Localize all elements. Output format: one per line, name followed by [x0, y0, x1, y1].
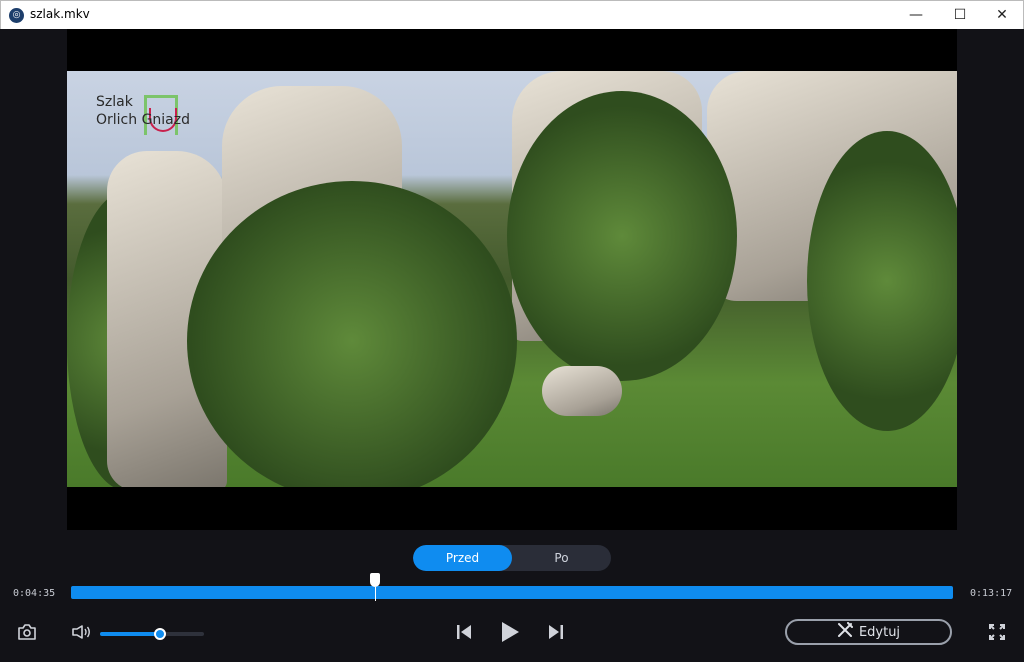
video-logo: Szlak Orlich Gniazd	[96, 93, 190, 129]
maximize-button[interactable]: ☐	[937, 1, 983, 29]
app-logo-icon: ◎	[9, 8, 24, 23]
fullscreen-icon[interactable]	[987, 623, 1007, 641]
current-time: 0:04:35	[13, 588, 56, 599]
total-time: 0:13:17	[970, 588, 1013, 599]
boulder	[542, 366, 622, 416]
previous-frame-icon[interactable]	[454, 623, 474, 641]
volume-knob[interactable]	[154, 628, 167, 640]
video-stage[interactable]: Szlak Orlich Gniazd	[67, 29, 957, 530]
pine-tree	[807, 131, 957, 431]
edit-label: Edytuj	[858, 624, 901, 640]
window-title: szlak.mkv	[30, 7, 90, 21]
before-after-toggle[interactable]: Przed Po	[413, 545, 611, 571]
volume-slider[interactable]	[100, 632, 204, 636]
pine-tree	[187, 181, 517, 487]
tools-icon	[837, 622, 853, 642]
playhead-handle[interactable]	[370, 573, 381, 601]
logo-text: Szlak	[96, 94, 133, 110]
volume-icon[interactable]	[70, 623, 92, 641]
close-button[interactable]: ✕	[979, 1, 1024, 29]
video-frame[interactable]: Szlak Orlich Gniazd	[67, 71, 957, 487]
minimize-button[interactable]: —	[893, 1, 939, 29]
camera-icon[interactable]	[16, 622, 38, 642]
logo-text: Orlich Gniazd	[96, 112, 191, 128]
timeline-track[interactable]	[71, 586, 953, 599]
toggle-po[interactable]: Po	[512, 545, 611, 571]
toggle-przed[interactable]: Przed	[413, 545, 512, 571]
next-frame-icon[interactable]	[546, 623, 566, 641]
edit-button[interactable]: Edytuj	[785, 619, 952, 645]
play-icon[interactable]	[499, 621, 521, 643]
title-bar: ◎ szlak.mkv — ☐ ✕	[0, 0, 1024, 29]
pine-tree	[507, 91, 737, 381]
